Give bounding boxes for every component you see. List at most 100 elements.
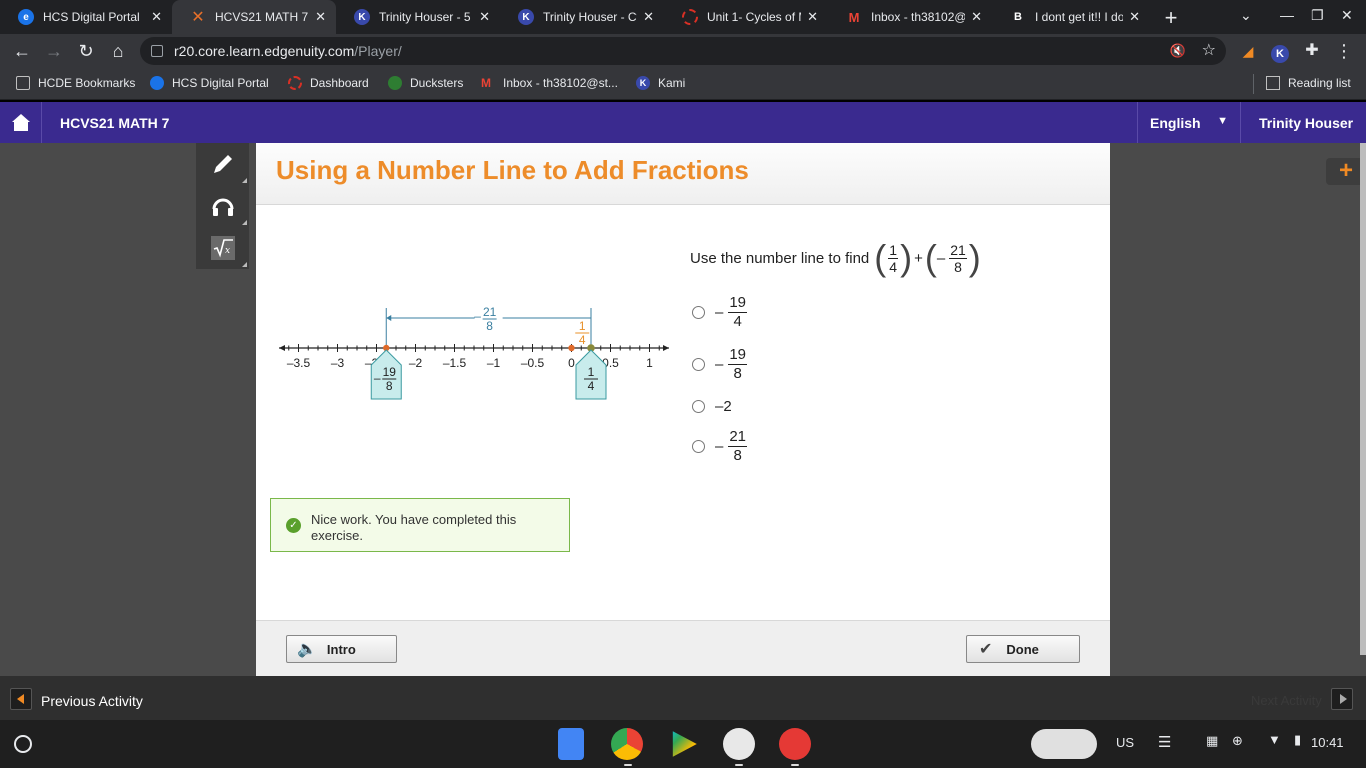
course-header: HCVS21 MATH 7 English ▼ Trinity Houser [0, 102, 1366, 143]
extension-icon[interactable]: ◢ [1237, 41, 1259, 61]
previous-activity-label[interactable]: Previous Activity [41, 693, 143, 709]
bookmark-dashboard[interactable]: Dashboard [288, 76, 369, 90]
feedback-message: ✓ Nice work. You have completed this exe… [270, 498, 570, 552]
activity-nav: Previous Activity Next Activity [0, 676, 1366, 720]
radio-button[interactable] [692, 400, 705, 413]
axis-arrow-left [279, 345, 285, 351]
tab-brainly[interactable]: B I dont get it!! I don ✕ [992, 0, 1150, 34]
result-marker-minus: – [374, 371, 381, 385]
calculator-tool[interactable]: x [196, 227, 249, 269]
forward-button[interactable]: → [43, 41, 65, 61]
building-icon: ▦ [1206, 733, 1219, 748]
sqrt-icon: x [210, 236, 235, 260]
tab-unit1[interactable]: Unit 1- Cycles of M ✕ [664, 0, 828, 34]
pencil-icon [213, 155, 232, 173]
audio-tool[interactable] [196, 185, 249, 227]
next-activity-button[interactable] [1331, 688, 1353, 710]
restore-button[interactable]: ❐ [1311, 7, 1324, 24]
close-icon[interactable]: ✕ [479, 9, 490, 25]
tab-strip: e HCS Digital Portal ✕ ✕ HCVS21 MATH 7 -… [0, 0, 1366, 34]
bookmark-kami[interactable]: K Kami [636, 76, 685, 90]
gmail-icon: M [481, 76, 491, 90]
dashboard-circle-icon [288, 76, 302, 90]
scrollbar[interactable] [1360, 143, 1366, 655]
close-icon[interactable]: ✕ [1129, 9, 1140, 25]
classroom-app-icon[interactable] [723, 728, 755, 760]
answer-choice-a[interactable]: – 19 4 [692, 294, 749, 331]
pencil-tool[interactable] [196, 143, 249, 185]
done-button[interactable]: ✔ Done [966, 635, 1080, 663]
tab-trinity-5[interactable]: K Trinity Houser - 5 / ✕ [336, 0, 500, 34]
docs-icon[interactable] [558, 728, 584, 760]
sound-muted-icon[interactable]: 🔇 [1170, 37, 1186, 65]
tick-label: –1 [487, 356, 501, 370]
close-icon[interactable]: ✕ [643, 9, 654, 25]
card-footer: 🔈 Intro ✔ Done [256, 620, 1110, 676]
answer-choice-b[interactable]: – 19 8 [692, 346, 749, 383]
chrome-icon[interactable] [611, 728, 643, 760]
reading-list-button[interactable]: Reading list [1266, 76, 1351, 90]
brainly-icon: B [1014, 11, 1022, 23]
back-button[interactable]: ← [11, 41, 33, 61]
reload-button[interactable]: ↻ [75, 41, 97, 61]
answer-choice-c[interactable]: –2 [692, 398, 732, 415]
tab-math7[interactable]: ✕ HCVS21 MATH 7 - ✕ [172, 0, 336, 34]
start-marker-fraction-numerator: 1 [588, 365, 595, 379]
radio-button[interactable] [692, 440, 705, 453]
close-icon[interactable]: ✕ [151, 9, 162, 25]
previous-activity-button[interactable] [10, 688, 32, 710]
clock[interactable]: 10:41 [1311, 735, 1344, 750]
new-tab-button[interactable]: + [1160, 5, 1182, 31]
kami-icon: K [636, 76, 650, 90]
answer-choice-d[interactable]: – 21 8 [692, 428, 749, 465]
extensions-puzzle-icon[interactable]: ✚ [1301, 41, 1323, 61]
tab-search-icon[interactable]: ⌄ [1240, 7, 1252, 24]
axis-arrow-right [663, 345, 669, 351]
number-line: –3.5–3–2.5–2–1.5–1–0.500.51–21814–19814 [279, 305, 669, 400]
menu-dots-icon[interactable]: ⋮ [1333, 41, 1355, 61]
bookmark-star-icon[interactable]: ☆ [1202, 37, 1216, 65]
keyboard-locale[interactable]: US [1116, 735, 1134, 750]
close-window-button[interactable]: ✕ [1341, 7, 1353, 24]
user-name[interactable]: Trinity Houser [1259, 115, 1353, 131]
tab-trinity-cy[interactable]: K Trinity Houser - Cy ✕ [500, 0, 664, 34]
page-info-icon[interactable] [151, 45, 163, 57]
gallery-icon[interactable] [779, 728, 811, 760]
address-bar[interactable]: r20.core.learn.edgenuity.com/Player/ 🔇 ☆ [140, 37, 1226, 65]
chevron-down-icon: ▼ [1217, 115, 1228, 127]
bookmark-ducksters[interactable]: Ducksters [388, 76, 463, 90]
home-button[interactable] [0, 102, 42, 143]
divider [1253, 74, 1254, 94]
next-activity-label[interactable]: Next Activity [1251, 693, 1322, 708]
start-marker-fraction-denominator: 4 [588, 379, 595, 393]
clipboard-icon[interactable]: ☰ [1158, 733, 1171, 751]
close-icon[interactable]: ✕ [315, 9, 326, 25]
bookmark-inbox[interactable]: M Inbox - th38102@st... [481, 76, 618, 90]
holding-space-thumbnail[interactable] [1031, 729, 1097, 759]
jump-label-numerator: 21 [483, 305, 497, 319]
bookmark-hcde[interactable]: HCDE Bookmarks [16, 76, 135, 90]
gmail-icon: M [848, 9, 860, 25]
launcher-icon[interactable] [14, 735, 32, 753]
edge-icon: e [18, 9, 34, 25]
home-icon [12, 114, 30, 122]
edgenuity-x-icon: ✕ [191, 9, 205, 26]
language-select[interactable]: English ▼ [1137, 102, 1241, 143]
minimize-button[interactable]: — [1280, 7, 1294, 23]
tick-label: –3.5 [287, 356, 311, 370]
radio-button[interactable] [692, 306, 705, 319]
close-icon[interactable]: ✕ [807, 9, 818, 25]
tab-inbox[interactable]: M Inbox - th38102@ ✕ [828, 0, 992, 34]
intro-button[interactable]: 🔈 Intro [286, 635, 397, 663]
tab-hcs-portal[interactable]: e HCS Digital Portal ✕ [0, 0, 172, 34]
player-area: x Using a Number Line to Add Fractions –… [0, 143, 1366, 676]
bookmark-hcs-portal[interactable]: HCS Digital Portal [150, 76, 269, 90]
close-icon[interactable]: ✕ [971, 9, 982, 25]
tick-label: –1.5 [443, 356, 467, 370]
svg-text:x: x [225, 246, 230, 256]
radio-button[interactable] [692, 358, 705, 371]
play-store-icon[interactable] [672, 731, 697, 757]
kami-extension-icon[interactable]: K [1269, 41, 1291, 63]
kami-icon: K [518, 9, 534, 25]
home-icon[interactable]: ⌂ [107, 41, 129, 61]
